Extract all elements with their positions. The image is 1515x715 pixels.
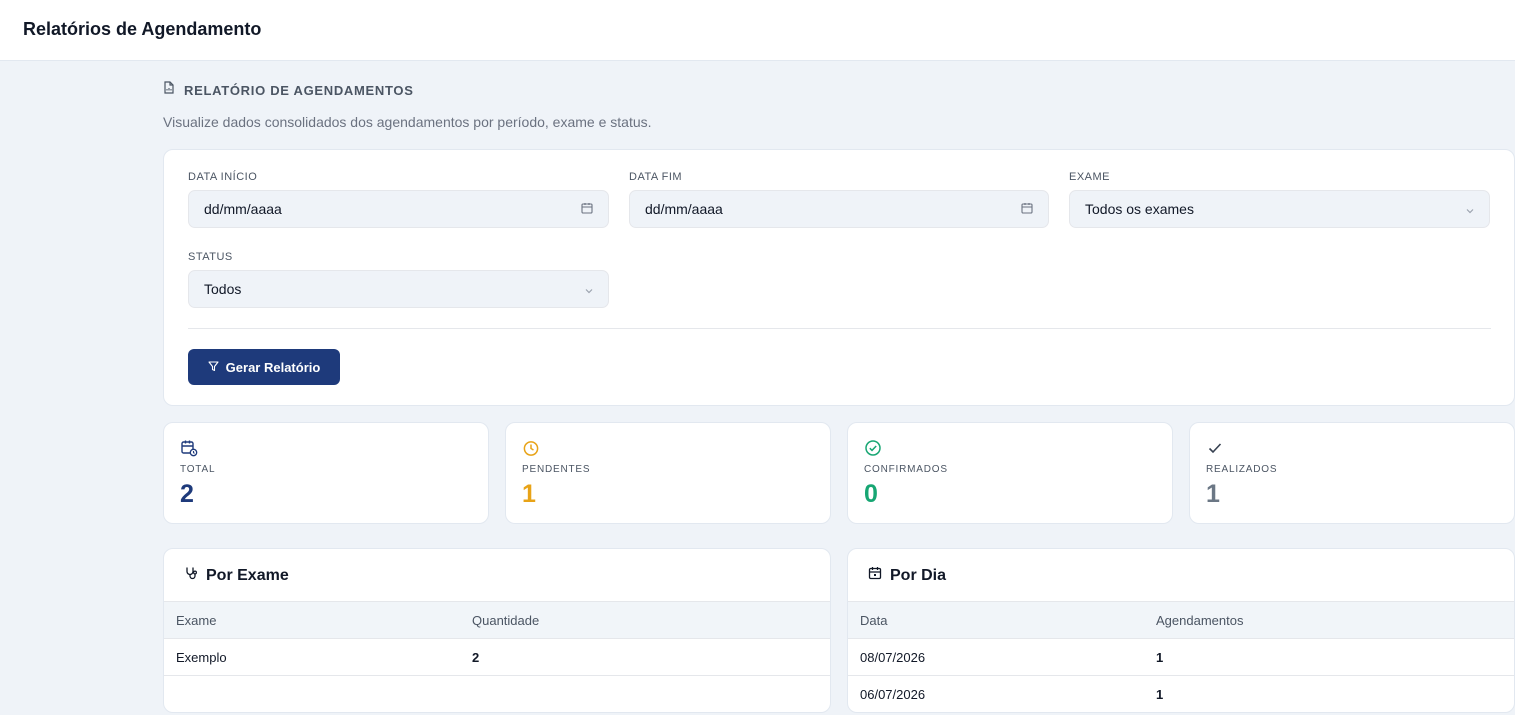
stat-label: TOTAL: [180, 464, 216, 475]
status-label: STATUS: [188, 251, 233, 263]
status-select[interactable]: Todos: [188, 270, 609, 308]
end-date-value: dd/mm/aaaa: [645, 201, 723, 217]
table-header-row: Data Agendamentos: [848, 601, 1514, 639]
cell-exam: Exemplo: [164, 638, 460, 676]
table-row: 06/07/2026 1: [848, 675, 1514, 712]
table-header-row: Exame Quantidade: [164, 601, 830, 639]
stethoscope-icon: [184, 566, 198, 585]
section-subtitle: Visualize dados consolidados dos agendam…: [163, 114, 652, 130]
start-date-input[interactable]: dd/mm/aaaa: [188, 190, 609, 228]
by-day-table: Data Agendamentos 08/07/2026 1 06/07/202…: [848, 601, 1514, 712]
start-date-value: dd/mm/aaaa: [204, 201, 282, 217]
section-title: RELATÓRIO DE AGENDAMENTOS: [184, 82, 414, 98]
cell-quantity: 2: [460, 638, 830, 676]
table-row: Exemplo 2: [164, 638, 830, 676]
end-date-label: DATA FIM: [629, 171, 683, 183]
stat-value: 1: [1206, 480, 1220, 508]
divider: [188, 328, 1491, 329]
stat-label: PENDENTES: [522, 464, 591, 475]
cell-date: 08/07/2026: [848, 638, 1144, 676]
by-exam-header: Por Exame: [184, 566, 289, 585]
table-row-empty: [164, 675, 830, 712]
by-day-card: Por Dia Data Agendamentos 08/07/2026 1 0…: [847, 548, 1515, 713]
stat-label: CONFIRMADOS: [864, 464, 948, 475]
report-icon: [163, 81, 175, 99]
exam-label: EXAME: [1069, 171, 1111, 183]
chevron-down-icon: [585, 281, 593, 297]
filter-card: DATA INÍCIO dd/mm/aaaa DATA FIM dd/mm/aa…: [163, 149, 1515, 406]
exam-select-value: Todos os exames: [1085, 201, 1194, 217]
filter-icon: [208, 360, 219, 375]
generate-report-button[interactable]: Gerar Relatório: [188, 349, 340, 385]
column-header-date: Data: [848, 601, 1144, 639]
exam-select[interactable]: Todos os exames: [1069, 190, 1490, 228]
chevron-down-icon: [1466, 201, 1474, 217]
column-header-quantity: Quantidade: [460, 601, 830, 639]
by-exam-card: Por Exame Exame Quantidade Exemplo 2: [163, 548, 831, 713]
calendar-icon[interactable]: [581, 201, 593, 217]
start-date-label: DATA INÍCIO: [188, 171, 258, 183]
cell-appointments: 1: [1144, 675, 1514, 712]
stat-card-confirmed: CONFIRMADOS 0: [847, 422, 1173, 524]
by-day-title: Por Dia: [890, 566, 947, 584]
section-header: RELATÓRIO DE AGENDAMENTOS: [163, 81, 414, 99]
stat-value: 1: [522, 480, 536, 508]
clock-icon: [522, 439, 540, 462]
page-title: Relatórios de Agendamento: [23, 19, 262, 39]
stat-card-total: TOTAL 2: [163, 422, 489, 524]
cell-appointments: 1: [1144, 638, 1514, 676]
calendar-icon: [868, 566, 882, 585]
by-exam-title: Por Exame: [206, 566, 289, 584]
check-icon: [1206, 439, 1224, 462]
stat-value: 0: [864, 480, 878, 508]
calendar-clock-icon: [180, 439, 198, 462]
by-day-header: Por Dia: [868, 566, 946, 585]
end-date-input[interactable]: dd/mm/aaaa: [629, 190, 1049, 228]
status-select-value: Todos: [204, 281, 242, 297]
stat-label: REALIZADOS: [1206, 464, 1278, 475]
column-header-appointments: Agendamentos: [1144, 601, 1514, 639]
calendar-icon[interactable]: [1021, 201, 1033, 217]
by-exam-table: Exame Quantidade Exemplo 2: [164, 601, 830, 712]
check-circle-icon: [864, 439, 882, 462]
table-row: 08/07/2026 1: [848, 638, 1514, 676]
stat-card-done: REALIZADOS 1: [1189, 422, 1515, 524]
cell-date: 06/07/2026: [848, 675, 1144, 712]
generate-report-label: Gerar Relatório: [225, 359, 321, 375]
stat-value: 2: [180, 480, 194, 508]
stat-card-pending: PENDENTES 1: [505, 422, 831, 524]
column-header-exam: Exame: [164, 601, 460, 639]
top-bar: Relatórios de Agendamento: [0, 0, 1515, 61]
